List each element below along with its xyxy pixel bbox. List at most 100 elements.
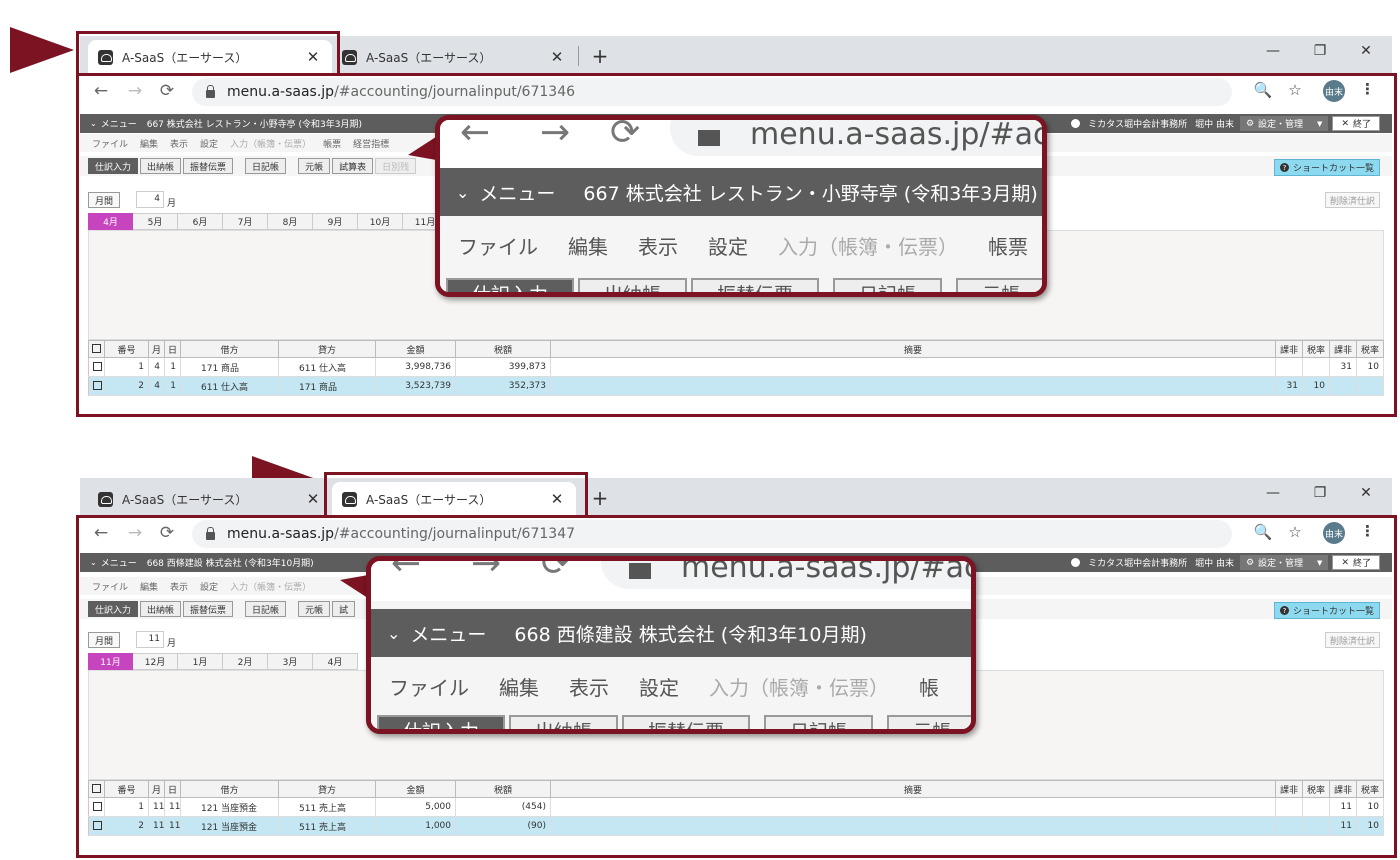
reload-icon: ⟳ [610,115,641,153]
restore-icon[interactable]: ❐ [1308,43,1332,59]
menu-indicators[interactable]: 経営指標 [353,137,389,150]
deleted-journals-button[interactable]: 削除済仕訳 [1324,192,1380,208]
journal-input-button[interactable]: 仕訳入力 [88,158,139,174]
daybook-button[interactable]: 日記帳 [245,601,287,617]
row-checkbox[interactable] [88,357,105,377]
url-host: menu.a-saas.jp [227,526,335,542]
month-tab[interactable]: 8月 [268,213,313,230]
menu-settings[interactable]: 設定 [200,580,218,593]
menu-input[interactable]: 入力（帳簿・伝票） [230,137,311,150]
journal-input-button[interactable]: 仕訳入力 [88,601,139,617]
month-tab[interactable]: 12月 [133,653,178,670]
address-bar[interactable]: menu.a-saas.jp/#accounting/journalinput/… [192,520,1232,548]
zoom-icon[interactable]: 🔍 [1252,523,1274,541]
shortcut-list-button[interactable]: ? ショートカット一覧 [1273,159,1380,176]
tab-close-icon[interactable]: ✕ [548,490,566,508]
menu-edit[interactable]: 編集 [140,137,158,150]
month-input[interactable]: 11 [136,631,164,648]
bookmark-star-icon[interactable]: ☆ [1284,523,1306,541]
month-tab[interactable]: 11月 [88,653,133,670]
row-checkbox[interactable] [88,816,105,836]
transfer-slip-button[interactable]: 振替伝票 [183,158,234,174]
minimize-icon[interactable]: — [1261,43,1285,59]
trial-balance-button[interactable]: 試 [332,601,356,617]
minimize-icon[interactable]: — [1261,485,1285,501]
trial-balance-button[interactable]: 試算表 [332,158,374,174]
profile-avatar[interactable]: 由末 [1323,80,1345,102]
browser-menu-icon[interactable]: ⋮ [1360,522,1375,540]
ledger-button[interactable]: 元帳 [298,601,331,617]
monthly-button[interactable]: 月間 [88,192,121,208]
month-tab[interactable]: 5月 [133,213,178,230]
table-row[interactable]: 1 11 11 121 当座預金 511 売上高 5,000 (454) 11 … [88,797,1384,817]
forward-icon[interactable]: → [124,81,146,101]
menu-reports[interactable]: 帳票 [323,137,341,150]
shortcut-list-button[interactable]: ? ショートカット一覧 [1273,602,1380,619]
month-tab[interactable]: 1月 [178,653,223,670]
menu-input[interactable]: 入力（帳簿・伝票） [230,580,311,593]
browser-tab-active[interactable]: A-SaaS（エーサース） ✕ [88,40,332,74]
menu-settings[interactable]: 設定 [200,137,218,150]
new-tab-icon[interactable]: + [588,44,612,68]
menu-view[interactable]: 表示 [170,580,188,593]
exit-button[interactable]: ✕ 終了 [1332,116,1380,131]
exit-button[interactable]: ✕ 終了 [1332,555,1380,570]
select-all-checkbox[interactable] [88,780,105,798]
month-tab[interactable]: 6月 [178,213,223,230]
menu-view[interactable]: 表示 [170,137,188,150]
table-row[interactable]: 1 4 1 171 商品 611 仕入高 3,998,736 399,873 3… [88,357,1384,377]
gear-icon: ⚙ [1245,557,1255,568]
settings-button[interactable]: ⚙ 設定・管理 ▼ [1239,555,1329,570]
month-tab[interactable]: 9月 [313,213,358,230]
back-icon[interactable]: ← [90,81,112,101]
profile-avatar[interactable]: 由末 [1323,522,1345,544]
app-menu-toggle[interactable]: ⌄ メニュー [80,117,137,130]
cashbook-button[interactable]: 出納帳 [140,601,182,617]
row-checkbox[interactable] [88,376,105,396]
month-input[interactable]: 4 [136,191,164,208]
tab-close-icon[interactable]: ✕ [304,490,322,508]
new-tab-icon[interactable]: + [588,486,612,510]
month-tab[interactable]: 4月 [313,653,358,670]
tab-close-icon[interactable]: ✕ [548,48,566,66]
bookmark-star-icon[interactable]: ☆ [1284,81,1306,99]
window-close-icon[interactable]: ✕ [1354,43,1378,59]
forward-icon[interactable]: → [124,523,146,543]
address-bar[interactable]: menu.a-saas.jp/#accounting/journalinput/… [192,78,1232,106]
menu-file[interactable]: ファイル [92,137,128,150]
menu-edit[interactable]: 編集 [140,580,158,593]
app-menu-toggle[interactable]: ⌄ メニュー [80,556,137,569]
tab-close-icon[interactable]: ✕ [304,48,322,66]
browser-tab-active[interactable]: A-SaaS（エーサース） ✕ [332,482,576,516]
browser-toolbar: ← → ⟳ menu.a-saas.jp/#accounting/journal… [80,74,1392,109]
zoom-icon[interactable]: 🔍 [1252,81,1274,99]
monthly-button[interactable]: 月間 [88,632,121,648]
reload-icon[interactable]: ⟳ [156,523,178,543]
month-tab[interactable]: 10月 [358,213,403,230]
daybook-button[interactable]: 日記帳 [245,158,287,174]
restore-icon[interactable]: ❐ [1308,485,1332,501]
menu-label: メニュー [100,559,137,569]
browser-menu-icon[interactable]: ⋮ [1360,80,1375,98]
settings-button[interactable]: ⚙ 設定・管理 ▼ [1239,116,1329,131]
row-checkbox[interactable] [88,797,105,817]
deleted-journals-button[interactable]: 削除済仕訳 [1324,632,1380,648]
month-tab[interactable]: 2月 [223,653,268,670]
month-tab[interactable]: 4月 [88,213,133,230]
month-tab[interactable]: 7月 [223,213,268,230]
cell-month: 4 [148,376,165,396]
ledger-button[interactable]: 元帳 [298,158,331,174]
forward-icon: → [471,556,502,584]
reload-icon[interactable]: ⟳ [156,81,178,101]
browser-tab[interactable]: A-SaaS（エーサース） ✕ [332,40,576,74]
menu-file[interactable]: ファイル [92,580,128,593]
select-all-checkbox[interactable] [88,340,105,358]
table-row[interactable]: 2 4 1 611 仕入高 171 商品 3,523,739 352,373 3… [88,376,1384,396]
month-tab[interactable]: 3月 [268,653,313,670]
cashbook-button[interactable]: 出納帳 [140,158,182,174]
browser-tab[interactable]: A-SaaS（エーサース） ✕ [88,482,332,516]
back-icon[interactable]: ← [90,523,112,543]
table-row[interactable]: 2 11 11 121 当座預金 511 売上高 1,000 (90) 11 1… [88,816,1384,836]
window-close-icon[interactable]: ✕ [1354,485,1378,501]
transfer-slip-button[interactable]: 振替伝票 [183,601,234,617]
